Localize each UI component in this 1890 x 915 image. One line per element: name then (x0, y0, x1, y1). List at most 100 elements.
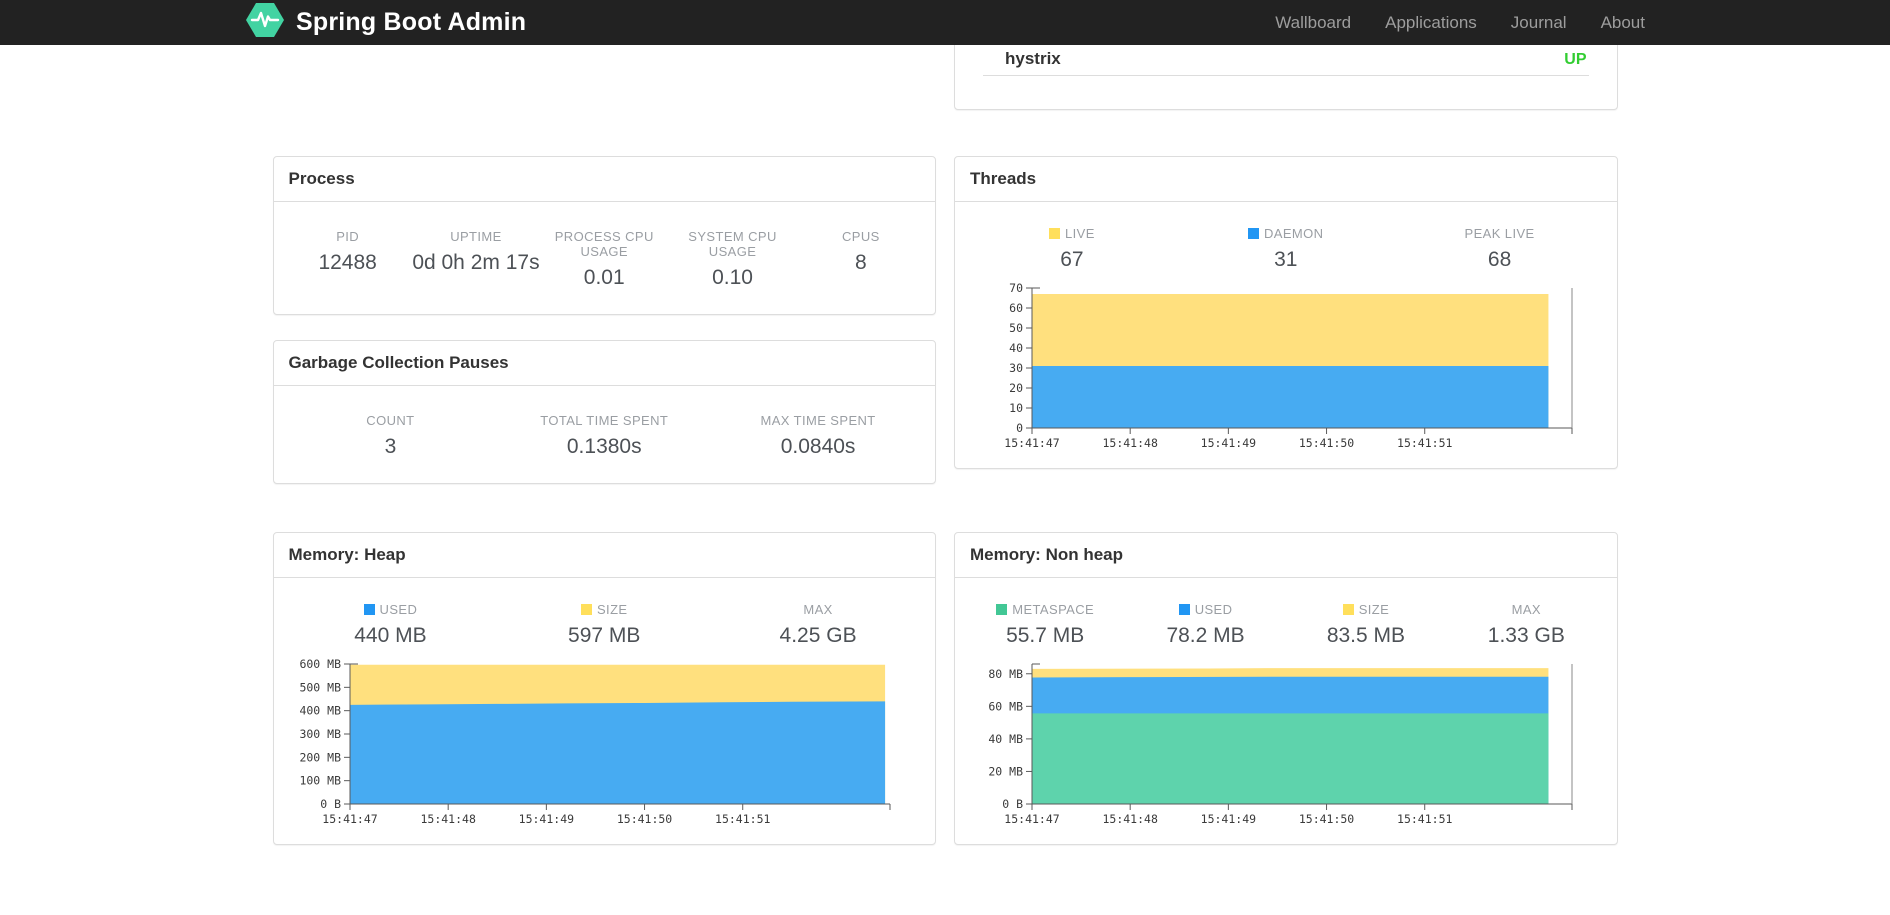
metric-value: 31 (1274, 248, 1298, 271)
metric-total-time-spent: TOTAL TIME SPENT 0.1380s (497, 413, 711, 459)
svg-text:15:41:50: 15:41:50 (1299, 812, 1354, 826)
metric-metaspace: METASPACE 55.7 MB (965, 602, 1125, 648)
svg-text:15:41:48: 15:41:48 (421, 812, 476, 826)
metric-value: 440 MB (354, 624, 427, 647)
threads-panel-title: Threads (955, 157, 1617, 202)
metric-label: SYSTEM CPU USAGE (688, 229, 777, 259)
metric-value: 12488 (318, 251, 377, 274)
svg-text:15:41:50: 15:41:50 (617, 812, 672, 826)
memory-heap-panel: Memory: Heap USED 440 MB SIZE 597 MB MAX 4.25… (272, 532, 936, 845)
process-panel: Process PID 12488 UPTIME 0d 0h 2m 17s PROCES… (272, 156, 936, 315)
metric-count: COUNT 3 (284, 413, 498, 459)
memory-heap-chart: 0 B 100 MB 200 MB 300 MB 400 MB 500 MB 600 MB 1… (300, 658, 891, 826)
status-badge: UP (1564, 51, 1587, 68)
memory-nonheap-legend: METASPACE 55.7 MB USED 78.2 MB SIZE 83.5 MB MA… (955, 578, 1617, 656)
metric-value: 1.33 GB (1487, 624, 1565, 647)
metric-label: MAX (1511, 602, 1541, 617)
svg-text:15:41:47: 15:41:47 (1004, 812, 1059, 826)
brand-link[interactable]: Spring Boot Admin (245, 1, 526, 44)
metric-label: METASPACE (965, 602, 1125, 617)
svg-text:70: 70 (1009, 282, 1023, 295)
svg-text:80 MB: 80 MB (988, 667, 1023, 681)
metric-label: CPUS (841, 229, 880, 244)
metric-value: 4.25 GB (779, 624, 857, 647)
svg-text:15:41:51: 15:41:51 (1397, 436, 1452, 450)
metric-label: COUNT (366, 413, 415, 428)
svg-text:15:41:48: 15:41:48 (1102, 812, 1157, 826)
legend-swatch-daemon (1248, 228, 1259, 239)
metric-max: MAX 1.33 GB (1446, 602, 1606, 648)
legend-swatch-live (1049, 228, 1061, 239)
svg-text:15:41:51: 15:41:51 (1397, 812, 1452, 826)
nav-link-wallboard[interactable]: Wallboard (1258, 13, 1368, 33)
svg-text:60: 60 (1009, 301, 1023, 315)
legend-swatch-metaspace (996, 604, 1008, 615)
threads-legend: LIVE 67 DAEMON 31 PEAK LIVE 68 (955, 202, 1617, 280)
metric-label: MAX TIME SPENT (760, 413, 876, 428)
metric-pid: PID 12488 (284, 229, 412, 290)
threads-panel: Threads LIVE 67 DAEMON 31 PEAK LIVE 68 0 10 20 3… (954, 156, 1618, 469)
legend-swatch-used (363, 604, 375, 615)
svg-text:0: 0 (1016, 421, 1023, 435)
svg-text:100 MB: 100 MB (300, 774, 342, 788)
memory-nonheap-panel: Memory: Non heap METASPACE 55.7 MB USED 78.… (954, 532, 1618, 845)
svg-text:40 MB: 40 MB (988, 732, 1023, 746)
svg-text:600 MB: 600 MB (300, 658, 342, 671)
metric-process-cpu-usage: PROCESS CPU USAGE 0.01 (540, 229, 668, 290)
metric-label: SIZE (497, 602, 711, 617)
metric-value: 0.1380s (566, 435, 642, 458)
metric-value: 8 (854, 251, 867, 274)
svg-text:200 MB: 200 MB (300, 750, 342, 764)
gc-panel-title: Garbage Collection Pauses (273, 341, 935, 386)
svg-text:20 MB: 20 MB (988, 764, 1023, 778)
metric-value: 78.2 MB (1166, 624, 1245, 647)
legend-swatch-used (1178, 604, 1190, 615)
memory-nonheap-chart: 0 B 20 MB 40 MB 60 MB 80 MB 15:41:47 15:41:48 1… (988, 663, 1573, 826)
metric-value: 68 (1487, 248, 1512, 271)
svg-text:15:41:49: 15:41:49 (1200, 812, 1255, 826)
metric-label: DAEMON (1179, 226, 1393, 241)
process-panel-title: Process (273, 157, 935, 202)
nav-link-applications[interactable]: Applications (1368, 13, 1494, 33)
metric-value: 67 (1060, 248, 1084, 271)
svg-text:15:41:49: 15:41:49 (1200, 436, 1255, 450)
svg-text:60 MB: 60 MB (988, 699, 1023, 713)
metric-max-time-spent: MAX TIME SPENT 0.0840s (711, 413, 925, 459)
metric-uptime: UPTIME 0d 0h 2m 17s (412, 229, 540, 290)
navbar: Spring Boot Admin Wallboard Applications J… (0, 0, 1890, 45)
application-status-panel-body (955, 76, 1617, 109)
metric-label: USED (284, 602, 498, 617)
metric-value: 0d 0h 2m 17s (412, 251, 540, 274)
metric-label: UPTIME (450, 229, 502, 244)
application-name[interactable]: hystrix (1005, 49, 1061, 69)
process-metrics: PID 12488 UPTIME 0d 0h 2m 17s PROCESS CPU US… (274, 202, 936, 314)
svg-text:0 B: 0 B (1002, 797, 1023, 811)
svg-text:300 MB: 300 MB (300, 727, 342, 741)
metric-label: USED (1125, 602, 1285, 617)
metric-value: 3 (384, 435, 397, 458)
metric-label: SIZE (1286, 602, 1446, 617)
svg-text:0 B: 0 B (320, 797, 341, 811)
svg-text:40: 40 (1009, 341, 1023, 355)
memory-heap-panel-title: Memory: Heap (273, 533, 935, 578)
threads-chart: 0 10 20 30 40 50 60 70 15:41:47 15:41:48 15:41:49 1… (1004, 282, 1573, 450)
metric-label: PROCESS CPU USAGE (554, 229, 654, 259)
memory-nonheap-panel-title: Memory: Non heap (955, 533, 1617, 578)
metric-value: 0.01 (583, 266, 625, 289)
metric-label: PID (336, 229, 360, 244)
metric-cpus: CPUS 8 (797, 229, 925, 290)
metric-label: PEAK LIVE (1464, 226, 1535, 241)
nav-link-about[interactable]: About (1584, 13, 1645, 33)
gc-panel: Garbage Collection Pauses COUNT 3 TOTAL TI… (272, 340, 936, 484)
metric-label: MAX (803, 602, 833, 617)
metric-peak-live: PEAK LIVE 68 (1393, 226, 1607, 272)
metric-system-cpu-usage: SYSTEM CPU USAGE 0.10 (668, 229, 796, 290)
nav-link-journal[interactable]: Journal (1494, 13, 1584, 33)
svg-text:15:41:49: 15:41:49 (519, 812, 574, 826)
metric-value: 0.10 (712, 266, 753, 289)
svg-text:15:41:51: 15:41:51 (715, 812, 770, 826)
svg-text:15:41:47: 15:41:47 (1004, 436, 1059, 450)
svg-text:15:41:50: 15:41:50 (1299, 436, 1354, 450)
metric-value: 55.7 MB (1006, 624, 1085, 647)
spring-boot-admin-logo-icon (245, 1, 285, 44)
